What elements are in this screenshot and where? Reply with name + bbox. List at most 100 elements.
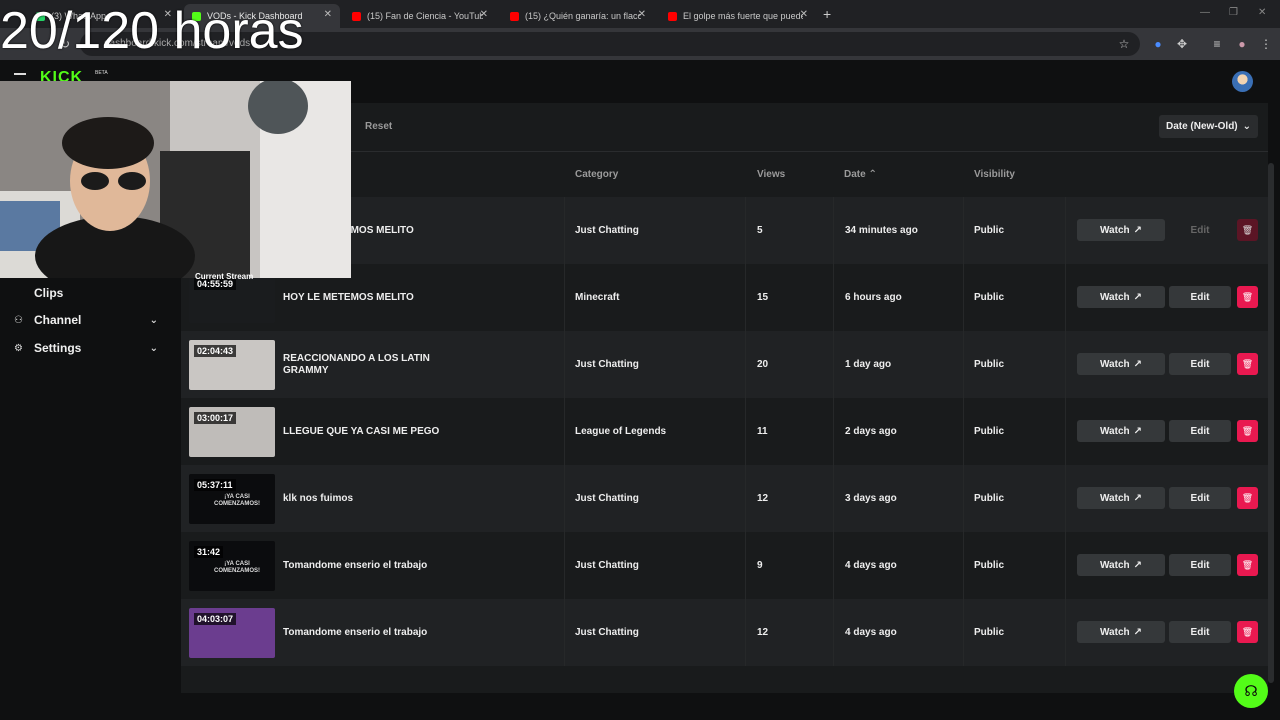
delete-button[interactable]: 🗑 <box>1237 353 1258 375</box>
extensions-puzzle-icon[interactable]: ✥ <box>1174 36 1190 52</box>
watch-button[interactable]: Watch ↗ <box>1077 420 1165 442</box>
duration-badge: 02:04:43 <box>194 345 237 357</box>
sort-asc-icon: ⌃ <box>868 169 877 180</box>
vod-title[interactable]: Tomandome enserio el trabajo <box>283 560 453 572</box>
delete-button[interactable]: 🗑 <box>1237 219 1258 241</box>
delete-button[interactable]: 🗑 <box>1237 621 1258 643</box>
trash-icon: 🗑 <box>1241 559 1254 570</box>
edit-button[interactable]: Edit <box>1169 621 1231 643</box>
vod-date: 3 days ago <box>845 493 897 504</box>
chevron-down-icon[interactable]: ⌄ <box>150 315 158 326</box>
vod-thumbnail[interactable]: 04:03:07 <box>189 608 275 658</box>
watch-button[interactable]: Watch ↗ <box>1077 353 1165 375</box>
tab-close-icon[interactable]: ✕ <box>480 9 488 20</box>
col-divider <box>963 599 964 666</box>
edit-label: Edit <box>1190 559 1210 571</box>
minimize-icon[interactable]: — <box>1200 7 1210 18</box>
table-row[interactable]: 04:03:07 Tomandome enserio el trabajo Ju… <box>181 599 1268 666</box>
watch-label: Watch <box>1099 358 1130 370</box>
sidebar-item-channel[interactable]: ⚇ Channel ⌄ <box>14 310 164 330</box>
vod-thumbnail[interactable]: 03:00:17 <box>189 407 275 457</box>
trash-icon: 🗑 <box>1241 224 1254 235</box>
col-divider <box>564 398 565 465</box>
vod-title[interactable]: REACCIONANDO A LOS LATIN GRAMMY <box>283 353 453 377</box>
watch-button[interactable]: Watch ↗ <box>1077 286 1165 308</box>
delete-button[interactable]: 🗑 <box>1237 286 1258 308</box>
external-link-icon: ↗ <box>1133 291 1143 303</box>
vod-title[interactable]: HOY LE METEMOS MELITO <box>283 292 453 304</box>
webcam-overlay <box>0 81 351 278</box>
profile-avatar-icon[interactable]: ● <box>1234 36 1250 52</box>
delete-button[interactable]: 🗑 <box>1237 554 1258 576</box>
col-views[interactable]: Views <box>757 169 785 180</box>
trash-icon: 🗑 <box>1241 626 1254 637</box>
vod-thumbnail[interactable]: 31:42 ¡YA CASI COMENZAMOS! <box>189 541 275 591</box>
watch-button[interactable]: Watch ↗ <box>1077 219 1165 241</box>
help-chat-button[interactable]: ☊ <box>1234 674 1268 708</box>
col-divider <box>833 465 834 532</box>
sidebar-item-settings[interactable]: ⚙ Settings ⌄ <box>14 338 164 358</box>
sidebar-item-clips[interactable]: Clips <box>14 283 164 303</box>
vod-visibility: Public <box>974 426 1005 437</box>
vod-thumbnail[interactable]: 05:37:11 ¡YA CASI COMENZAMOS! <box>189 474 275 524</box>
edit-label: Edit <box>1190 291 1210 303</box>
vod-date: 4 days ago <box>845 627 897 638</box>
user-avatar[interactable] <box>1232 71 1253 92</box>
maximize-icon[interactable]: ❐ <box>1229 7 1238 18</box>
table-row[interactable]: 05:37:11 ¡YA CASI COMENZAMOS! klk nos fu… <box>181 465 1268 532</box>
col-category[interactable]: Category <box>575 169 618 180</box>
headset-icon: ☊ <box>1244 683 1258 700</box>
col-divider <box>833 264 834 331</box>
scrollbar[interactable] <box>1268 163 1274 683</box>
edit-button[interactable]: Edit <box>1169 487 1231 509</box>
extension-icon[interactable]: ● <box>1150 36 1166 52</box>
media-control-icon[interactable]: ≡ <box>1209 36 1225 52</box>
browser-tab[interactable]: (15) Fan de Ciencia - YouTube ✕ <box>344 4 496 28</box>
watch-button[interactable]: Watch ↗ <box>1077 554 1165 576</box>
edit-label: Edit <box>1190 492 1210 504</box>
col-divider <box>963 331 964 398</box>
tab-close-icon[interactable]: ✕ <box>324 9 332 20</box>
vod-title[interactable]: Tomandome enserio el trabajo <box>283 627 453 639</box>
vod-thumbnail[interactable]: 02:04:43 <box>189 340 275 390</box>
thumbnail-caption: ¡YA CASI COMENZAMOS! <box>214 561 260 574</box>
col-divider <box>963 398 964 465</box>
edit-button[interactable]: Edit <box>1169 219 1231 241</box>
vod-title[interactable]: LLEGUE QUE YA CASI ME PEGO <box>283 426 453 438</box>
delete-button[interactable]: 🗑 <box>1237 487 1258 509</box>
close-window-icon[interactable]: ✕ <box>1258 7 1266 18</box>
col-visibility[interactable]: Visibility <box>974 169 1015 180</box>
col-divider <box>745 398 746 465</box>
table-row[interactable]: 03:00:17 LLEGUE QUE YA CASI ME PEGO Leag… <box>181 398 1268 465</box>
watch-label: Watch <box>1099 559 1130 571</box>
col-date[interactable]: Date ⌃ <box>844 169 877 180</box>
col-divider <box>833 532 834 599</box>
current-stream-label: Current Stream <box>195 272 254 281</box>
browser-menu-icon[interactable]: ⋮ <box>1258 36 1274 52</box>
delete-button[interactable]: 🗑 <box>1237 420 1258 442</box>
browser-tab[interactable]: El golpe más fuerte que puede ✕ <box>660 4 816 28</box>
reset-button[interactable]: Reset <box>365 121 392 132</box>
edit-button[interactable]: Edit <box>1169 286 1231 308</box>
col-divider <box>564 465 565 532</box>
edit-button[interactable]: Edit <box>1169 554 1231 576</box>
edit-button[interactable]: Edit <box>1169 353 1231 375</box>
browser-tab[interactable]: (15) ¿Quién ganaría: un flaco o ✕ <box>502 4 654 28</box>
sort-dropdown[interactable]: Date (New-Old) ⌄ <box>1159 115 1258 138</box>
vod-title[interactable]: klk nos fuimos <box>283 493 453 505</box>
duration-badge: 04:03:07 <box>194 613 237 625</box>
watch-button[interactable]: Watch ↗ <box>1077 487 1165 509</box>
new-tab-button[interactable]: + <box>823 6 831 22</box>
menu-icon[interactable] <box>14 73 26 75</box>
beta-badge: BETA <box>95 70 108 76</box>
watch-button[interactable]: Watch ↗ <box>1077 621 1165 643</box>
watch-label: Watch <box>1099 492 1130 504</box>
tab-close-icon[interactable]: ✕ <box>800 9 808 20</box>
table-row[interactable]: 02:04:43 REACCIONANDO A LOS LATIN GRAMMY… <box>181 331 1268 398</box>
bookmark-star-icon[interactable]: ☆ <box>1116 36 1132 52</box>
col-divider <box>833 599 834 666</box>
table-row[interactable]: 31:42 ¡YA CASI COMENZAMOS! Tomandome ens… <box>181 532 1268 599</box>
chevron-down-icon[interactable]: ⌄ <box>150 343 158 354</box>
tab-close-icon[interactable]: ✕ <box>638 9 646 20</box>
edit-button[interactable]: Edit <box>1169 420 1231 442</box>
